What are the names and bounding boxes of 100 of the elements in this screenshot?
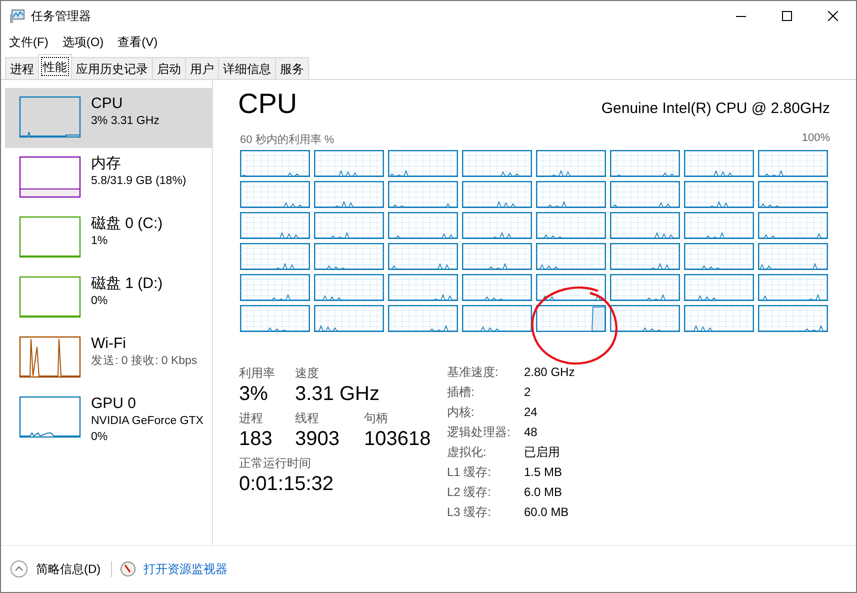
sidebar-item[interactable]: Wi-Fi 发送: 0 接收: 0 Kbps	[5, 328, 212, 388]
cpu-model: Genuine Intel(R) CPU @ 2.80GHz	[601, 100, 830, 117]
spec-label: L1 缓存:	[447, 464, 492, 481]
tab[interactable]: 服务	[275, 57, 309, 79]
device-name: 磁盘 0 (C:)	[91, 214, 163, 233]
device-name: Wi-Fi	[91, 334, 127, 353]
cpu-core-graph	[462, 181, 532, 208]
usage-graph	[19, 96, 81, 138]
cpu-core-graph	[462, 243, 532, 270]
stat-value: 103618	[364, 427, 432, 452]
cpu-core-graph	[610, 274, 680, 301]
menu-item[interactable]: 选项(O)	[62, 34, 104, 50]
tab[interactable]: 启动	[152, 57, 186, 79]
spec-value: 2.80 GHz	[524, 364, 575, 381]
stat-value: 3903	[295, 427, 340, 452]
cpu-core-graph	[314, 181, 384, 208]
stat-value: 3.31 GHz	[295, 382, 380, 407]
cpu-core-graph	[388, 305, 458, 332]
stat-label: 线程	[295, 411, 320, 426]
sidebar-item[interactable]: 磁盘 0 (C:) 1%	[5, 208, 212, 268]
cpu-core-graph	[314, 274, 384, 301]
cpu-core-graph	[684, 243, 754, 270]
cpu-core-graph	[240, 181, 310, 208]
device-detail: 3% 3.31 GHz	[91, 114, 160, 129]
tab[interactable]: 性能	[38, 54, 72, 79]
close-icon[interactable]	[828, 11, 838, 21]
spec-label: L2 缓存:	[447, 484, 492, 501]
cpu-core-graph	[610, 243, 680, 270]
cpu-core-graph	[536, 181, 606, 208]
gauge-icon	[120, 561, 136, 577]
graph-label: 60 秒内的利用率 %	[240, 132, 334, 147]
sidebar-item[interactable]: CPU 3% 3.31 GHz	[5, 88, 212, 148]
resource-monitor-link[interactable]: 打开资源监视器	[144, 560, 228, 578]
device-name: 内存	[91, 154, 122, 173]
tab[interactable]: 详细信息	[218, 57, 276, 79]
usage-graph	[19, 156, 81, 198]
cpu-core-graph	[240, 212, 310, 239]
spec-value: 已启用	[524, 444, 561, 461]
spec-value: 24	[524, 404, 538, 421]
cpu-core-graph	[240, 274, 310, 301]
device-name: 磁盘 1 (D:)	[91, 274, 163, 293]
collapse-icon[interactable]	[10, 560, 28, 578]
spec-value: 1.5 MB	[524, 464, 564, 481]
tab[interactable]: 进程	[5, 57, 39, 79]
spec-value: 2	[524, 384, 532, 401]
cpu-core-graph	[610, 181, 680, 208]
cpu-core-graph	[758, 305, 828, 332]
cpu-core-graph	[610, 305, 680, 332]
cpu-core-graph	[536, 274, 606, 301]
sidebar-item[interactable]: 磁盘 1 (D:) 0%	[5, 268, 212, 328]
cpu-core-graph	[684, 305, 754, 332]
stat-value: 183	[239, 427, 274, 452]
tab[interactable]: 用户	[185, 57, 219, 79]
spec-label: 基准速度:	[447, 364, 500, 381]
spec-label: 逻辑处理器:	[447, 424, 512, 441]
cpu-core-graph	[314, 212, 384, 239]
window-title: 任务管理器	[31, 8, 92, 24]
stat-label: 进程	[239, 411, 264, 426]
sidebar-item[interactable]: GPU 0 NVIDIA GeForce GTX 0%	[5, 388, 212, 448]
cpu-core-graph	[758, 181, 828, 208]
stat-value: 3%	[239, 382, 269, 407]
cpu-core-graph	[536, 212, 606, 239]
device-name: GPU 0	[91, 394, 138, 413]
device-detail: 0%	[91, 294, 109, 309]
cpu-core-graph	[388, 181, 458, 208]
cpu-core-graph	[240, 150, 310, 177]
cpu-core-graph	[462, 212, 532, 239]
spec-label: 内核:	[447, 404, 476, 421]
monitor-icon	[9, 8, 25, 24]
spec-label: 虚拟化:	[447, 444, 488, 461]
tab[interactable]: 应用历史记录	[71, 57, 153, 79]
usage-graph	[19, 276, 81, 318]
stat-value: 0:01:15:32	[239, 472, 335, 497]
menu-item[interactable]: 查看(V)	[118, 34, 158, 50]
sidebar-item[interactable]: 内存 5.8/31.9 GB (18%)	[5, 148, 212, 208]
spec-value: 60.0 MB	[524, 504, 570, 521]
menu-item[interactable]: 文件(F)	[9, 34, 48, 50]
cpu-core-graph	[758, 274, 828, 301]
graph-max-label: 100%	[802, 132, 830, 146]
usage-graph	[19, 336, 81, 378]
maximize-icon[interactable]	[782, 11, 792, 21]
cpu-core-graph	[314, 305, 384, 332]
cpu-core-graph	[388, 274, 458, 301]
spec-label: 插槽:	[447, 384, 476, 401]
cpu-core-graph	[462, 305, 532, 332]
cpu-core-graph	[684, 212, 754, 239]
cpu-core-graph	[536, 150, 606, 177]
cpu-core-graph	[536, 305, 606, 332]
usage-graph	[19, 216, 81, 258]
cpu-core-graph	[610, 212, 680, 239]
panel-title: CPU	[238, 88, 298, 120]
cpu-core-graph	[240, 305, 310, 332]
device-detail: 发送: 0 接收: 0 Kbps	[91, 354, 198, 369]
spec-value: 48	[524, 424, 538, 441]
device-detail: 1%	[91, 234, 109, 249]
cpu-core-graph	[758, 243, 828, 270]
device-detail: 0%	[91, 430, 109, 445]
device-name: CPU	[91, 94, 124, 113]
summary-toggle[interactable]: 简略信息(D)	[36, 560, 101, 578]
cpu-core-graph	[684, 150, 754, 177]
